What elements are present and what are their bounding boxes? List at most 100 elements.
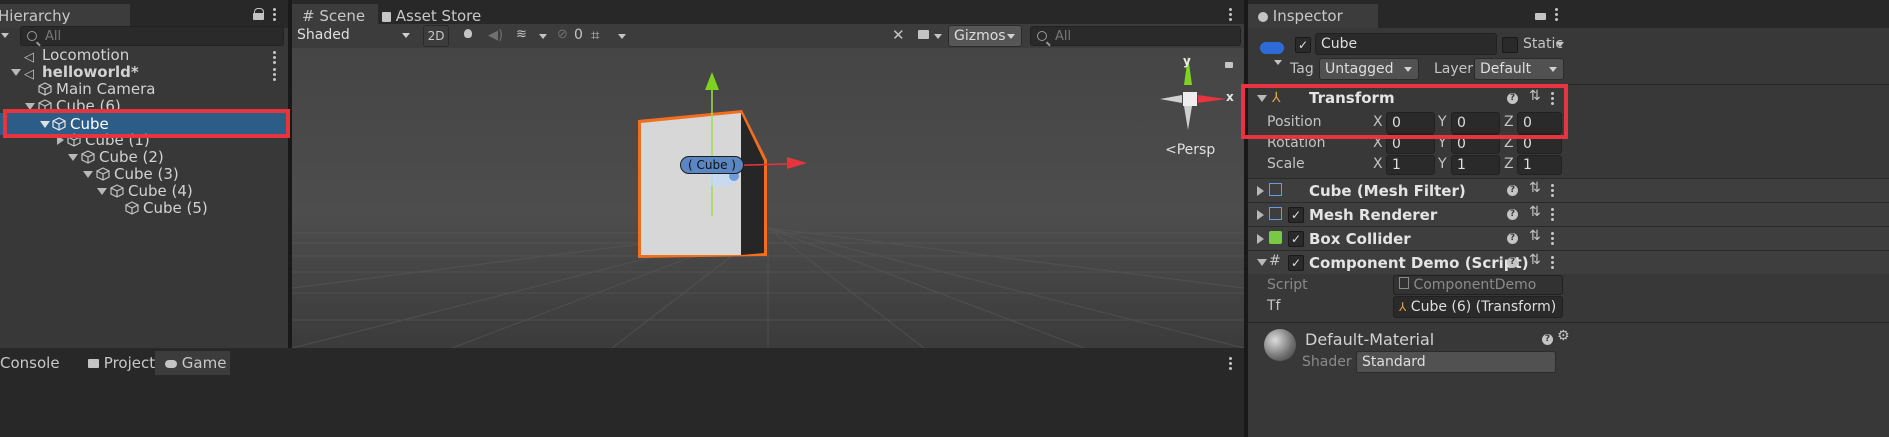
active-checkbox[interactable]: ✓ [1295, 37, 1311, 53]
orientation-gizmo[interactable]: y x [1160, 54, 1236, 136]
gizmo-y-label: y [1183, 54, 1191, 68]
script-hash-icon: # [1269, 253, 1281, 269]
scale-z-field[interactable]: 1 [1517, 155, 1562, 175]
static-chevron-down-icon[interactable] [1556, 42, 1564, 47]
shading-mode-dropdown[interactable]: Shaded [292, 25, 416, 47]
help-icon[interactable]: ? [1507, 185, 1518, 196]
box-collider-enabled-checkbox[interactable]: ✓ [1288, 231, 1304, 247]
tf-field[interactable]: ⅄ Cube (6) (Transform) [1393, 296, 1563, 318]
lighting-icon[interactable] [464, 29, 472, 38]
tf-value: Cube (6) (Transform) [1410, 299, 1557, 315]
scale-y-field[interactable]: 1 [1451, 155, 1500, 175]
component-demo-enabled-checkbox[interactable]: ✓ [1288, 255, 1304, 271]
inspector-panel: Inspector ✓ Cube Static Tag Untagged Lay… [1248, 0, 1889, 437]
bottom-menu-icon[interactable] [1229, 355, 1233, 372]
scale-y-label: Y [1438, 156, 1447, 172]
tools-icon[interactable]: ✕ [892, 26, 905, 44]
mesh-renderer-enabled-checkbox[interactable]: ✓ [1288, 207, 1304, 223]
help-icon[interactable]: ? [1507, 233, 1518, 244]
script-field: ComponentDemo [1393, 275, 1563, 295]
list-item-cube-5[interactable]: Cube (5) [0, 198, 288, 218]
static-checkbox[interactable] [1502, 37, 1518, 53]
scale-z-label: Z [1504, 156, 1514, 172]
mesh-renderer-header[interactable]: ✓ Mesh Renderer ? ⇅ [1248, 202, 1889, 226]
script-label: Script [1267, 277, 1308, 293]
shading-mode-value: Shaded [297, 27, 350, 43]
hierarchy-search-input[interactable]: All [20, 26, 284, 46]
help-icon[interactable]: ? [1542, 334, 1553, 345]
create-dropdown-icon[interactable] [1, 33, 9, 38]
expand-arrow-icon[interactable] [97, 188, 107, 195]
material-name: Default-Material [1305, 330, 1435, 349]
lock-icon[interactable] [1535, 13, 1546, 20]
component-menu-icon[interactable] [1551, 206, 1555, 223]
scale-x-field[interactable]: 1 [1386, 155, 1435, 175]
gameobject-cube-icon [125, 201, 139, 215]
gear-icon[interactable]: ⚙ [1557, 328, 1570, 344]
collapse-arrow-icon [1257, 186, 1264, 196]
gameobject-icon[interactable] [1260, 42, 1284, 54]
tab-project[interactable]: Project [78, 351, 165, 375]
viewport-lock-icon[interactable] [1225, 62, 1233, 68]
mesh-filter-header[interactable]: Cube (Mesh Filter) ? ⇅ [1248, 178, 1889, 202]
projection-toggle[interactable]: <Persp [1165, 142, 1215, 158]
mesh-filter-icon [1269, 183, 1282, 196]
scene-viewport[interactable] [292, 48, 1244, 348]
script-value: ComponentDemo [1413, 277, 1537, 293]
preset-icon[interactable]: ⇅ [1529, 180, 1541, 196]
preset-icon[interactable]: ⇅ [1529, 228, 1541, 244]
object-name-field[interactable]: Cube [1315, 33, 1497, 55]
scale-label: Scale [1267, 156, 1305, 172]
audio-icon[interactable]: ◀) [488, 28, 503, 43]
scale-z-value: 1 [1523, 157, 1532, 173]
tab-inspector[interactable]: Inspector [1248, 4, 1378, 28]
chevron-down-icon [402, 33, 410, 38]
expand-arrow-icon[interactable] [83, 171, 93, 178]
2d-toggle-button[interactable]: 2D [423, 25, 449, 47]
icon-chevron-down-icon[interactable] [1274, 60, 1282, 65]
hidden-eye-icon[interactable]: ⊘ [557, 27, 568, 42]
tab-hierarchy[interactable]: Hierarchy [0, 4, 130, 28]
effects-icon[interactable]: ≋ [516, 27, 527, 42]
camera-chevron-down-icon[interactable] [934, 34, 942, 39]
component-menu-icon[interactable] [1551, 230, 1555, 247]
persp-label: Persp [1176, 142, 1216, 158]
inspector-tabbar: Inspector [1248, 0, 1889, 28]
shader-label: Shader [1302, 354, 1352, 370]
expand-arrow-icon[interactable] [11, 69, 21, 76]
help-icon[interactable]: ? [1507, 257, 1518, 268]
game-controller-icon [165, 360, 177, 368]
gameobject-cube-icon [81, 150, 95, 164]
expand-arrow-icon [1257, 259, 1267, 266]
layer-dropdown[interactable]: Default [1474, 58, 1564, 80]
component-menu-icon[interactable] [1551, 182, 1555, 199]
component-menu-icon[interactable] [1551, 254, 1555, 271]
script-file-icon [1399, 277, 1409, 289]
camera-icon[interactable] [918, 30, 929, 39]
box-collider-header[interactable]: ✓ Box Collider ? ⇅ [1248, 226, 1889, 250]
preset-icon[interactable]: ⇅ [1529, 252, 1541, 268]
gizmos-dropdown[interactable]: Gizmos [948, 25, 1022, 47]
grid-snap-icon[interactable]: ⌗ [591, 26, 599, 44]
effects-chevron-down-icon[interactable] [539, 34, 547, 39]
info-icon [1258, 12, 1268, 22]
selected-item-highlight [3, 109, 290, 138]
tab-game[interactable]: Game [155, 351, 230, 375]
expand-arrow-icon[interactable] [68, 154, 78, 161]
shader-dropdown[interactable]: Standard [1356, 351, 1556, 373]
grid-chevron-down-icon[interactable] [618, 34, 626, 39]
gameobject-cube-icon [96, 167, 110, 181]
component-demo-header[interactable]: # ✓ Component Demo (Script) ? ⇅ [1248, 250, 1889, 274]
gizmos-label: Gizmos [954, 28, 1006, 44]
scene-menu-icon[interactable] [1229, 6, 1233, 23]
tab-console[interactable]: Console [0, 351, 70, 375]
preset-icon[interactable]: ⇅ [1529, 204, 1541, 220]
folder-icon [88, 359, 99, 368]
inspector-menu-icon[interactable] [1555, 6, 1559, 23]
hierarchy-menu-icon[interactable] [273, 6, 277, 23]
list-item-label: Cube (5) [143, 199, 208, 217]
help-icon[interactable]: ? [1507, 209, 1518, 220]
collapse-arrow-icon [1257, 234, 1264, 244]
tag-dropdown[interactable]: Untagged [1319, 58, 1419, 80]
scene-search-input[interactable]: All [1030, 26, 1241, 46]
